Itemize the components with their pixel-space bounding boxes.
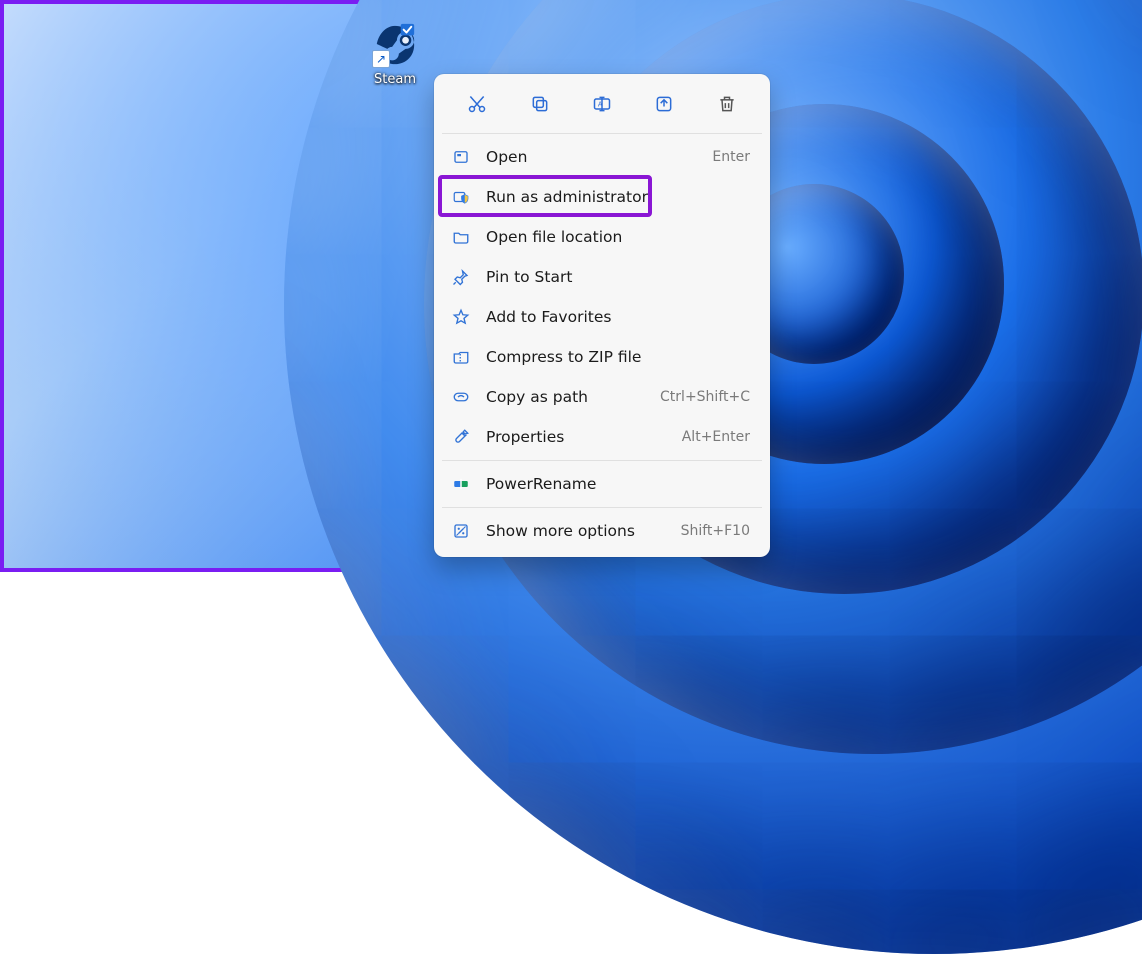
menu-item-accelerator: Shift+F10	[681, 523, 750, 539]
menu-item-pin-to-start[interactable]: Pin to Start	[440, 257, 764, 297]
steam-icon: ↗	[372, 22, 418, 68]
share-button[interactable]	[646, 88, 682, 120]
zip-icon	[450, 346, 472, 368]
menu-item-accelerator: Alt+Enter	[682, 429, 750, 445]
desktop-shortcut-steam[interactable]: ↗ Steam	[360, 22, 430, 87]
menu-item-label: PowerRename	[486, 475, 750, 493]
desktop-shortcut-label: Steam	[360, 72, 430, 87]
menu-item-accelerator: Ctrl+Shift+C	[660, 389, 750, 405]
delete-button[interactable]	[709, 88, 745, 120]
menu-item-add-to-favorites[interactable]: Add to Favorites	[440, 297, 764, 337]
menu-item-label: Copy as path	[486, 388, 660, 406]
separator	[442, 507, 762, 508]
menu-item-open-file-location[interactable]: Open file location	[440, 217, 764, 257]
desktop-wallpaper: ↗ Steam A	[0, 0, 1142, 572]
folder-icon	[450, 226, 472, 248]
expand-icon	[450, 520, 472, 542]
menu-item-label: Add to Favorites	[486, 308, 750, 326]
separator	[442, 460, 762, 461]
context-menu: A Open	[434, 74, 770, 557]
menu-item-open[interactable]: Open Enter	[440, 137, 764, 177]
menu-item-label: Pin to Start	[486, 268, 750, 286]
shield-icon	[450, 186, 472, 208]
cut-button[interactable]	[459, 88, 495, 120]
menu-item-powerrename[interactable]: PowerRename	[440, 464, 764, 504]
menu-item-copy-as-path[interactable]: Copy as path Ctrl+Shift+C	[440, 377, 764, 417]
menu-item-show-more-options[interactable]: Show more options Shift+F10	[440, 511, 764, 551]
menu-item-label: Properties	[486, 428, 682, 446]
powerrename-icon	[450, 473, 472, 495]
path-icon	[450, 386, 472, 408]
shortcut-overlay-icon: ↗	[372, 50, 390, 68]
open-icon	[450, 146, 472, 168]
menu-item-accelerator: Enter	[712, 149, 750, 165]
menu-item-label: Open file location	[486, 228, 750, 246]
menu-item-run-as-administrator[interactable]: Run as administrator	[440, 177, 764, 217]
menu-item-properties[interactable]: Properties Alt+Enter	[440, 417, 764, 457]
rename-button[interactable]: A	[584, 88, 620, 120]
copy-button[interactable]	[522, 88, 558, 120]
menu-item-label: Compress to ZIP file	[486, 348, 750, 366]
wrench-icon	[450, 426, 472, 448]
menu-item-compress-to-zip[interactable]: Compress to ZIP file	[440, 337, 764, 377]
svg-text:A: A	[598, 101, 603, 109]
pin-icon	[450, 266, 472, 288]
context-menu-action-row: A	[440, 80, 764, 130]
menu-item-label: Run as administrator	[486, 188, 750, 206]
menu-item-label: Show more options	[486, 522, 681, 540]
separator	[442, 133, 762, 134]
star-icon	[450, 306, 472, 328]
menu-item-label: Open	[486, 148, 712, 166]
